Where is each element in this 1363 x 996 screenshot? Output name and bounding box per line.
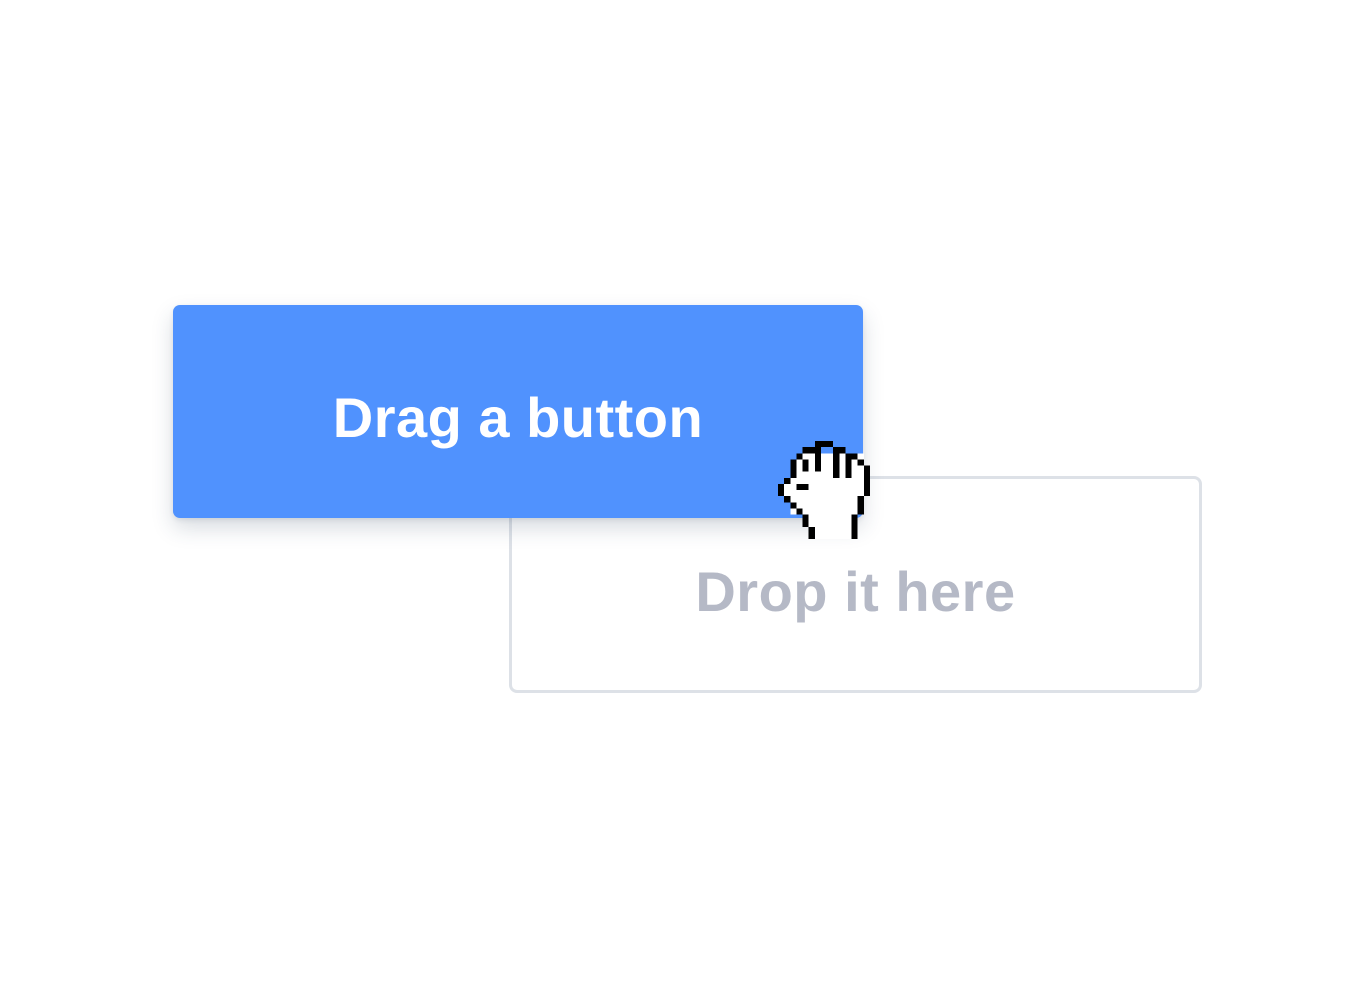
drag-drop-canvas: Drop it here Drag a button xyxy=(0,0,1363,996)
drop-zone-label: Drop it here xyxy=(695,560,1016,623)
drag-button[interactable]: Drag a button xyxy=(173,305,863,518)
grab-hand-cursor-icon xyxy=(778,441,870,539)
drag-button-label: Drag a button xyxy=(332,386,704,449)
